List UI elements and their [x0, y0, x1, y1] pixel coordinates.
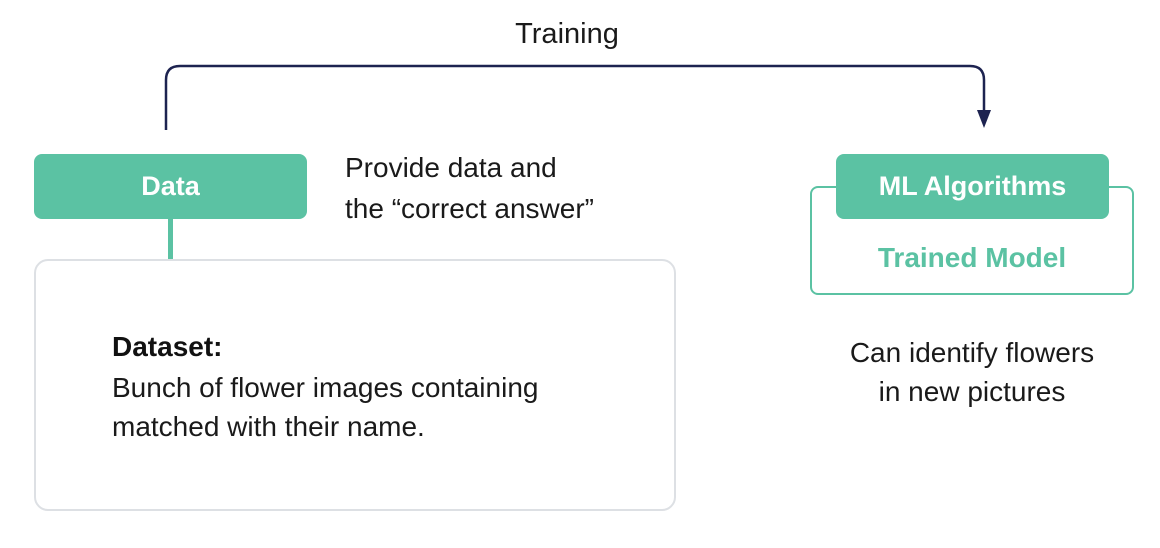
- identify-flowers-note: Can identify flowers in new pictures: [810, 333, 1134, 411]
- identify-note-line-1: Can identify flowers: [849, 337, 1095, 368]
- identify-note-line-2: in new pictures: [878, 376, 1066, 407]
- provide-note-line-1: Provide data and: [345, 152, 557, 183]
- dataset-line-1: Bunch of flower images containing: [112, 372, 539, 403]
- dataset-description: Bunch of flower images containing matche…: [112, 368, 632, 446]
- trained-model-label: Trained Model: [877, 242, 1067, 273]
- dataset-card: Dataset: Bunch of flower images containi…: [34, 259, 676, 511]
- provide-note-line-2: the “correct answer”: [345, 193, 594, 224]
- training-arrowhead: [977, 110, 991, 128]
- data-node: Data: [34, 154, 307, 219]
- data-connector-stem: [168, 219, 173, 259]
- dataset-line-2: matched with their name.: [112, 411, 425, 442]
- dataset-heading: Dataset:: [112, 331, 223, 362]
- training-arrow-line: [164, 64, 986, 130]
- provide-data-note: Provide data and the “correct answer”: [345, 147, 594, 229]
- training-label: Training: [515, 18, 619, 50]
- data-node-label: Data: [141, 171, 200, 201]
- ml-algorithms-node: ML Algorithms: [836, 154, 1109, 219]
- ml-algorithms-label: ML Algorithms: [878, 171, 1067, 201]
